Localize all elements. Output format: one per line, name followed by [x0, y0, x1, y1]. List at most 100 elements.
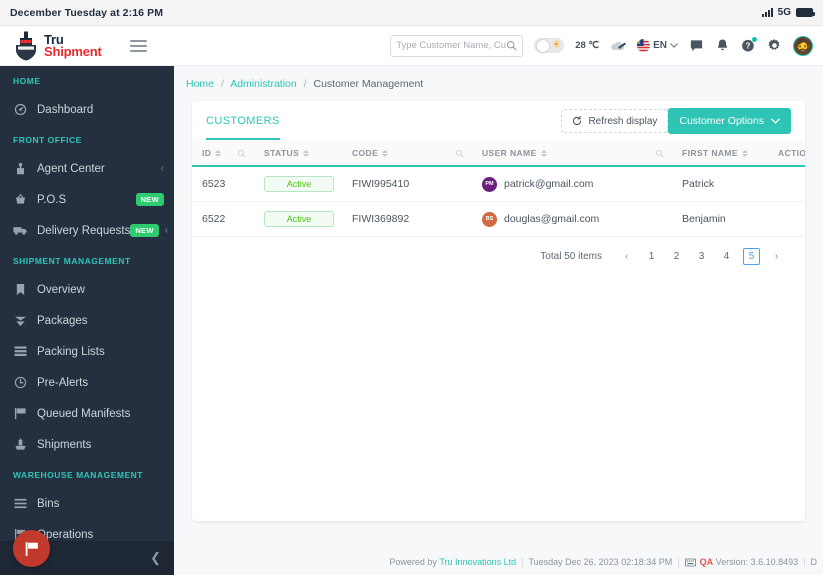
sun-icon: ☀ [551, 39, 562, 51]
chevron-left-icon[interactable]: ❮ [150, 550, 161, 566]
column-header-status[interactable]: STATUS [254, 141, 342, 167]
sidebar-item-overview[interactable]: Overview [0, 274, 174, 305]
cloud-icon [611, 41, 626, 50]
cell-user-name: BS douglas@gmail.com [472, 201, 672, 237]
sort-icon[interactable] [741, 149, 748, 157]
sidebar-item-pos[interactable]: P.O.S NEW [0, 184, 174, 215]
tab-customers[interactable]: CUSTOMERS [206, 103, 280, 140]
sidebar-section-warehouse-management: WAREHOUSE MANAGEMENT [13, 470, 143, 480]
global-search[interactable] [390, 34, 524, 57]
hamburger-menu-icon[interactable] [129, 39, 147, 52]
chevron-left-icon: ‹ [160, 163, 164, 174]
column-header-user-name[interactable]: USER NAME [472, 141, 672, 167]
cell-status: Active [254, 201, 342, 237]
avatar-face: 🧔 [794, 38, 812, 54]
cell-code: FIWI995410 [342, 166, 472, 202]
sort-icon[interactable] [540, 149, 547, 157]
pagination-total: Total 50 items [540, 251, 602, 262]
kebab-menu-icon[interactable] [788, 178, 805, 190]
gear-icon[interactable] [767, 38, 782, 53]
column-filter-search-icon[interactable] [455, 149, 464, 158]
cell-action [764, 166, 805, 202]
sidebar-item-queued-manifests[interactable]: Queued Manifests [0, 398, 174, 429]
agent-icon [13, 162, 28, 176]
clock-icon [13, 376, 28, 389]
pagination-page-1[interactable]: 1 [643, 248, 660, 265]
sort-icon[interactable] [215, 149, 222, 157]
breadcrumb-home[interactable]: Home [186, 78, 214, 90]
sidebar-section-shipment-management: SHIPMENT MANAGEMENT [13, 256, 131, 266]
table-header-row: ID STATUS CODE USER NAME FIRST NAME ACTI… [192, 141, 805, 167]
sort-icon[interactable] [382, 149, 389, 157]
floating-flag-button[interactable] [13, 530, 50, 567]
ship-shield-logo-icon[interactable] [12, 31, 40, 61]
sidebar-item-label: Packing Lists [37, 345, 105, 358]
search-icon[interactable] [506, 40, 517, 51]
language-selector[interactable]: EN [637, 39, 678, 52]
breadcrumb: Home / Administration / Customer Managem… [174, 66, 823, 90]
column-header-first-name[interactable]: FIRST NAME [672, 141, 764, 167]
language-code: EN [653, 40, 667, 51]
user-avatar[interactable]: 🧔 [793, 35, 813, 56]
refresh-display-button[interactable]: Refresh display [561, 109, 669, 133]
theme-toggle[interactable]: ☀ [534, 38, 565, 53]
cell-first-name: Benjamin [672, 201, 764, 237]
column-label: ACTION [778, 148, 805, 158]
main-content: Home / Administration / Customer Managem… [174, 66, 823, 575]
pagination-page-3[interactable]: 3 [693, 248, 710, 265]
chevron-down-icon [771, 118, 780, 124]
column-header-code[interactable]: CODE [342, 141, 472, 167]
truck-icon [13, 225, 28, 236]
footer-company-link[interactable]: Tru Innovations Ltd [439, 557, 516, 567]
footer-powered-by: Powered by [389, 557, 437, 567]
battery-icon [796, 8, 815, 17]
cell-action [764, 201, 805, 237]
sidebar-item-label: Overview [37, 283, 85, 296]
chevron-left-icon: ‹ [164, 225, 169, 236]
sidebar-item-packages[interactable]: Packages [0, 305, 174, 336]
footer-divider: | [803, 557, 806, 567]
sidebar-item-pre-alerts[interactable]: Pre-Alerts [0, 367, 174, 398]
footer-environment: QA [699, 557, 714, 567]
customers-table-wrapper: ID STATUS CODE USER NAME FIRST NAME ACTI… [192, 141, 805, 237]
search-input[interactable] [396, 40, 507, 51]
column-filter-search-icon[interactable] [237, 149, 246, 158]
sidebar-item-delivery-requests[interactable]: Delivery Requests NEW ‹ [0, 215, 174, 246]
sort-icon[interactable] [303, 149, 310, 157]
sidebar-item-agent-center[interactable]: Agent Center ‹ [0, 153, 174, 184]
brand-zone: Tru Shipment [0, 26, 174, 65]
bell-icon[interactable] [715, 38, 730, 53]
sidebar-item-shipments[interactable]: Shipments [0, 429, 174, 460]
breadcrumb-administration[interactable]: Administration [230, 78, 297, 90]
cell-first-name: Patrick [672, 166, 764, 202]
keyboard-icon[interactable] [684, 558, 696, 567]
sidebar-item-dashboard[interactable]: Dashboard [0, 94, 174, 125]
sidebar-item-label: Pre-Alerts [37, 376, 89, 389]
sidebar-item-bins[interactable]: Bins [0, 488, 174, 519]
pagination-page-2[interactable]: 2 [668, 248, 685, 265]
customer-options-button[interactable]: Customer Options [668, 108, 791, 134]
customers-card: CUSTOMERS Refresh display Customer Optio… [192, 101, 805, 521]
sidebar-item-label: Agent Center [37, 162, 105, 175]
footer-timestamp: Tuesday Dec 26, 2023 02:18:34 PM [528, 557, 673, 567]
table-row[interactable]: 6523 Active FIWI995410 PM patrick@gmail.… [192, 166, 805, 202]
pagination-prev[interactable]: ‹ [618, 248, 635, 265]
help-icon[interactable]: ? [741, 37, 757, 53]
bins-icon [13, 498, 28, 509]
badge-new: NEW [135, 193, 164, 206]
sidebar-nav: HOME Dashboard FRONT OFFICE Agent Center… [0, 66, 174, 575]
kebab-menu-icon[interactable] [788, 213, 805, 225]
sidebar-item-packing-lists[interactable]: Packing Lists [0, 336, 174, 367]
toggle-knob [536, 39, 549, 52]
column-filter-search-icon[interactable] [655, 149, 664, 158]
cell-id: 6522 [192, 201, 254, 237]
chat-icon[interactable] [689, 38, 704, 53]
bookmark-icon [13, 283, 28, 296]
pagination-next[interactable]: › [768, 248, 785, 265]
flag-icon [25, 541, 38, 556]
pagination-page-5[interactable]: 5 [743, 248, 760, 265]
table-row[interactable]: 6522 Active FIWI369892 BS douglas@gmail.… [192, 201, 805, 237]
column-header-id[interactable]: ID [192, 141, 254, 167]
pagination-page-4[interactable]: 4 [718, 248, 735, 265]
row-avatar: BS [482, 211, 497, 227]
